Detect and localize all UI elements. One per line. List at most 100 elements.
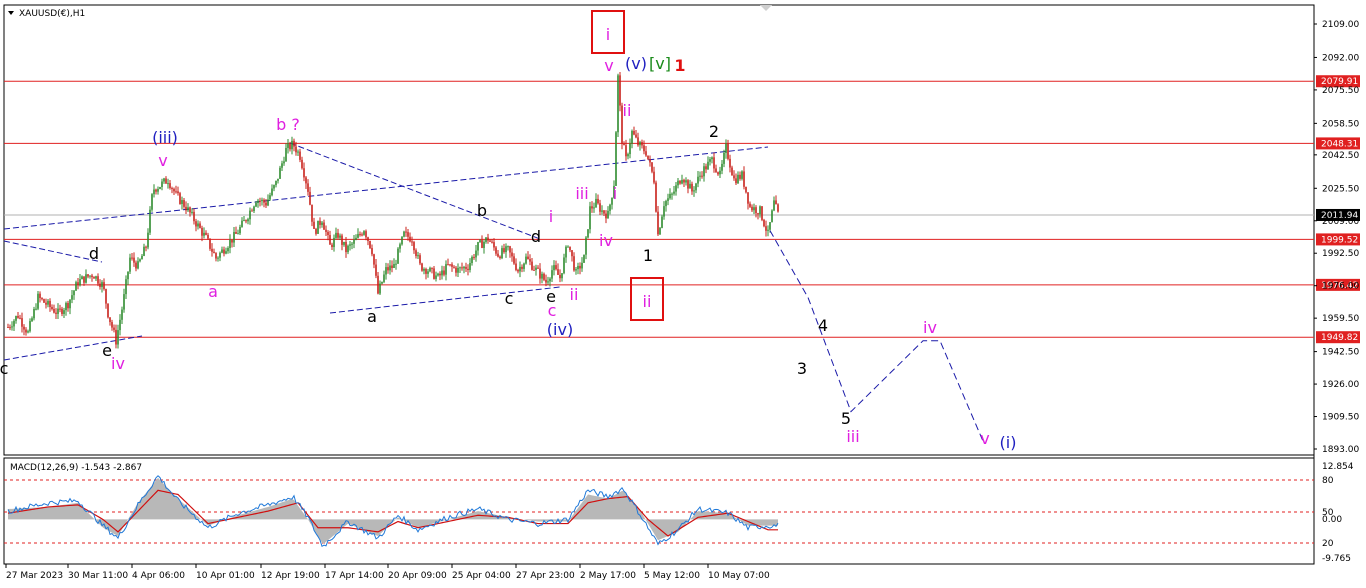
candle-body — [745, 186, 747, 193]
candle-body — [517, 269, 519, 272]
symbol-title: XAUUSD(€),H1 — [19, 9, 85, 19]
candle-body — [637, 137, 639, 146]
candle-body — [247, 219, 249, 222]
candle-body — [249, 210, 251, 220]
symbol-menu-arrow-icon[interactable] — [8, 11, 14, 15]
candle-body — [437, 273, 439, 276]
candle-body — [653, 171, 655, 183]
candle-body — [629, 143, 631, 155]
candle-body — [111, 322, 113, 328]
candle-body — [199, 223, 201, 228]
candle-body — [213, 251, 215, 254]
candle-body — [705, 166, 707, 170]
candle-body — [263, 199, 265, 203]
macd-title: MACD(12,26,9) -1.543 -2.867 — [10, 463, 142, 473]
wave-label: iii — [575, 184, 588, 203]
candle-body — [693, 190, 695, 192]
candle-body — [729, 158, 731, 168]
trend-line[interactable] — [329, 286, 561, 314]
candle-body — [735, 178, 737, 184]
trend-line[interactable] — [3, 240, 103, 263]
candle-body — [595, 198, 597, 208]
candle-body — [169, 183, 171, 189]
candle-body — [165, 178, 167, 184]
candle-body — [383, 274, 385, 282]
candle-body — [633, 130, 635, 135]
candle-body — [7, 327, 9, 329]
candle-body — [291, 140, 293, 150]
candle-body — [351, 243, 353, 245]
candle-body — [529, 259, 531, 262]
candle-body — [403, 231, 405, 237]
candle-body — [545, 279, 547, 283]
candle-body — [313, 221, 315, 229]
candle-body — [227, 248, 229, 252]
candle-body — [167, 183, 169, 185]
candle-body — [513, 256, 515, 264]
candle-body — [415, 250, 417, 256]
candle-body — [307, 183, 309, 192]
candle-body — [237, 233, 239, 235]
candle-body — [273, 185, 275, 189]
candle-body — [425, 268, 427, 274]
candle-body — [191, 211, 193, 213]
candle-body — [25, 329, 27, 333]
candle-body — [549, 278, 551, 282]
candle-body — [733, 175, 735, 179]
candle-body — [221, 249, 223, 253]
candle-body — [643, 145, 645, 152]
candle-body — [55, 312, 57, 314]
candle-body — [413, 242, 415, 251]
candle-body — [657, 211, 659, 235]
level-price-label: 1949.82 — [1321, 333, 1358, 343]
trend-line[interactable] — [3, 146, 769, 230]
price-tick-label: 2092.00 — [1322, 53, 1359, 63]
price-tick-label: 2109.00 — [1322, 20, 1359, 30]
candle-body — [305, 177, 307, 184]
candle-body — [387, 267, 389, 271]
candle-body — [531, 261, 533, 270]
candle-body — [757, 213, 759, 215]
candle-body — [491, 241, 493, 243]
candle-body — [153, 189, 155, 195]
wave-label: 1 — [643, 246, 653, 265]
candle-body — [317, 220, 319, 234]
candle-body — [211, 248, 213, 252]
price-tick-label: 2075.50 — [1322, 86, 1359, 96]
scroll-marker-icon[interactable] — [760, 5, 772, 11]
candle-body — [765, 226, 767, 231]
candle-body — [579, 265, 581, 269]
candle-body — [445, 264, 447, 275]
candle-body — [95, 276, 97, 279]
candle-body — [65, 303, 67, 311]
wave-label: a — [367, 307, 377, 326]
candle-body — [759, 206, 761, 215]
price-chart[interactable]: 2079.912048.312011.941999.521976.421949.… — [0, 0, 1366, 588]
candle-body — [197, 223, 199, 227]
candle-body — [57, 308, 59, 314]
candle-body — [701, 175, 703, 177]
candle-body — [421, 263, 423, 271]
candle-body — [591, 206, 593, 209]
wave-label: b — [477, 201, 487, 220]
candle-body — [617, 75, 619, 133]
candle-body — [345, 241, 347, 253]
candle-body — [143, 246, 145, 256]
time-tick-label: 12 Apr 19:00 — [261, 571, 320, 581]
candle-body — [83, 276, 85, 283]
candle-body — [297, 151, 299, 153]
candle-body — [741, 171, 743, 179]
candle-body — [367, 237, 369, 242]
candle-body — [747, 192, 749, 204]
candle-body — [177, 191, 179, 194]
candle-body — [559, 274, 561, 279]
wave-label: ii — [643, 292, 652, 311]
candle-body — [647, 155, 649, 159]
wave-label: (iii) — [152, 128, 178, 147]
candle-body — [113, 327, 115, 330]
trend-line[interactable] — [289, 142, 541, 240]
candle-body — [371, 248, 373, 255]
candle-body — [543, 273, 545, 280]
candle-body — [353, 239, 355, 244]
candle-body — [763, 219, 765, 227]
